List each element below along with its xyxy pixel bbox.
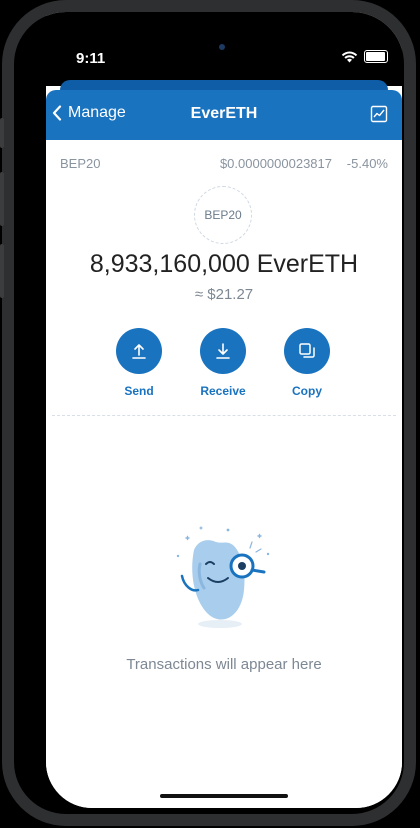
battery-icon	[364, 50, 388, 63]
copy-button[interactable]: Copy	[275, 328, 339, 398]
network-label: BEP20	[60, 156, 101, 171]
navbar: Manage EverETH	[46, 90, 402, 140]
token-price: $0.0000000023817	[219, 156, 332, 171]
screen: 9:11 Manage EverETH BEP20 $0.00000000238…	[46, 12, 402, 808]
send-circle	[116, 328, 162, 374]
status-icons	[341, 50, 388, 63]
token-logo-text: BEP20	[204, 208, 242, 222]
page-title: EverETH	[190, 105, 258, 122]
receive-circle	[200, 328, 246, 374]
copy-icon	[299, 343, 315, 358]
fiat-balance: ≈ $21.27	[194, 286, 254, 303]
token-balance: 8,933,160,000 EverETH	[89, 250, 359, 278]
notch	[124, 12, 320, 64]
volume-down-button	[0, 244, 4, 298]
copy-circle	[284, 328, 330, 374]
receive-label: Receive	[200, 384, 246, 398]
status-bar: 9:11	[46, 12, 402, 86]
send-button[interactable]: Send	[107, 328, 171, 398]
chart-icon	[370, 105, 388, 123]
empty-transactions-text: Transactions will appear here	[126, 656, 322, 673]
send-label: Send	[124, 384, 154, 398]
arrow-down-icon	[216, 343, 230, 359]
volume-up-button	[0, 172, 4, 226]
home-indicator[interactable]	[160, 794, 288, 798]
front-camera	[219, 44, 225, 50]
receive-button[interactable]: Receive	[191, 328, 255, 398]
phone-body: 9:11 Manage EverETH BEP20 $0.00000000238…	[14, 12, 404, 814]
section-divider	[52, 415, 396, 416]
token-logo: BEP20	[194, 186, 252, 244]
price-change: -5.40%	[346, 156, 388, 171]
status-time: 9:11	[76, 50, 106, 67]
wifi-icon	[341, 51, 358, 62]
empty-state-mascot-icon	[176, 526, 270, 628]
arrow-up-icon	[132, 344, 146, 359]
copy-label: Copy	[292, 384, 322, 398]
mute-switch	[0, 118, 4, 148]
token-detail: BEP20 $0.0000000023817 -5.40% BEP20 8,93…	[46, 140, 402, 808]
chart-button[interactable]	[370, 105, 388, 128]
